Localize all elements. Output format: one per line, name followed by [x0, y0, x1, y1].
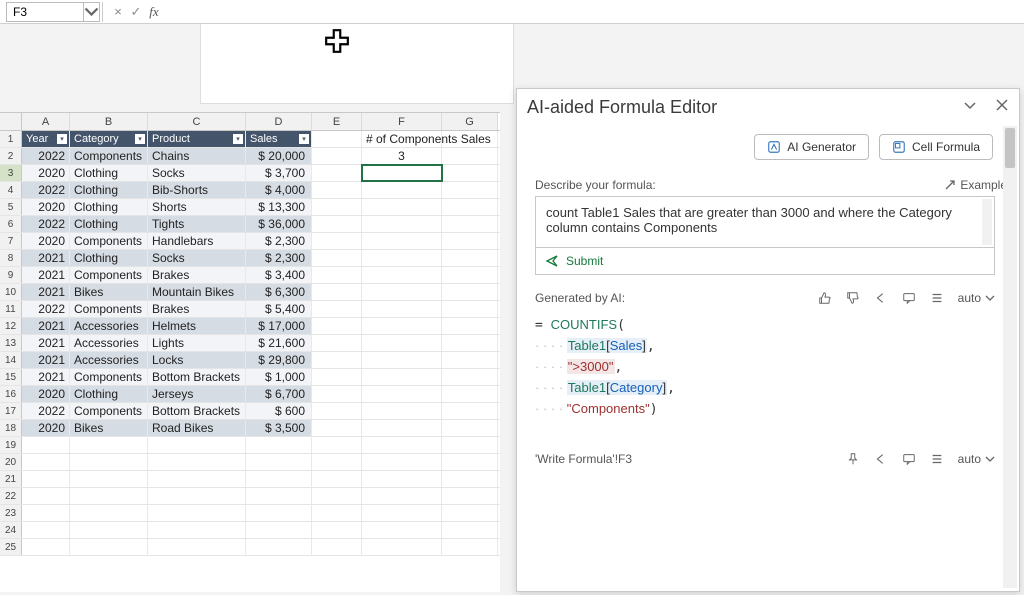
confirm-formula-button[interactable]: ✓: [127, 2, 145, 22]
table-row[interactable]: 6 2022 Clothing Tights $ 36,000: [0, 216, 500, 233]
describe-formula-input[interactable]: count Table1 Sales that are greater than…: [535, 196, 995, 248]
table-row[interactable]: 7 2020 Components Handlebars $ 2,300: [0, 233, 500, 250]
panel-scrollbar[interactable]: [1003, 126, 1017, 588]
thumbs-up-icon[interactable]: [818, 291, 832, 305]
table-row[interactable]: 24: [0, 522, 500, 539]
table-row[interactable]: 19: [0, 437, 500, 454]
table-row[interactable]: 15 2021 Components Bottom Brackets $ 1,0…: [0, 369, 500, 386]
formula-input[interactable]: [163, 0, 1024, 23]
insert-function-button[interactable]: fx: [145, 2, 163, 22]
table-row[interactable]: 9 2021 Components Brakes $ 3,400: [0, 267, 500, 284]
formula-bar: × ✓ fx: [0, 0, 1024, 24]
table-row[interactable]: 12 2021 Accessories Helmets $ 17,000: [0, 318, 500, 335]
expanded-formula-area: [200, 24, 514, 104]
table-row[interactable]: 14 2021 Accessories Locks $ 29,800: [0, 352, 500, 369]
list-icon[interactable]: [930, 291, 944, 305]
table-row[interactable]: 22: [0, 488, 500, 505]
ai-generator-button[interactable]: AI Generator: [754, 134, 869, 160]
thumbs-down-icon[interactable]: [846, 291, 860, 305]
comment-icon[interactable]: [902, 291, 916, 305]
table-row[interactable]: 13 2021 Accessories Lights $ 21,600: [0, 335, 500, 352]
cell-reference-label: 'Write Formula'!F3: [535, 452, 632, 466]
spreadsheet-grid[interactable]: A B C D E F G 1 Year▾ Category▾ Product▾…: [0, 112, 500, 592]
table-row[interactable]: 10 2021 Bikes Mountain Bikes $ 6,300: [0, 284, 500, 301]
table-row[interactable]: 21: [0, 471, 500, 488]
column-header[interactable]: F: [362, 113, 442, 130]
table-row[interactable]: 23: [0, 505, 500, 522]
close-panel-button[interactable]: [995, 98, 1009, 117]
table-row[interactable]: 25: [0, 539, 500, 556]
column-header[interactable]: D: [246, 113, 312, 130]
back-arrow-icon[interactable]: [874, 291, 888, 305]
name-box-input[interactable]: [6, 2, 84, 22]
cell-formula-button[interactable]: Cell Formula: [879, 134, 993, 160]
table-row[interactable]: 20: [0, 454, 500, 471]
back-arrow-icon[interactable]: [874, 452, 888, 466]
auto-dropdown[interactable]: auto: [958, 452, 995, 466]
table-row[interactable]: 16 2020 Clothing Jerseys $ 6,700: [0, 386, 500, 403]
table-row[interactable]: 11 2022 Components Brakes $ 5,400: [0, 301, 500, 318]
table-row[interactable]: 18 2020 Bikes Road Bikes $ 3,500: [0, 420, 500, 437]
describe-label: Describe your formula:: [535, 178, 1013, 192]
cell-cursor-icon: [324, 28, 350, 54]
column-header[interactable]: C: [148, 113, 246, 130]
table-row[interactable]: 5 2020 Clothing Shorts $ 13,300: [0, 199, 500, 216]
table-row[interactable]: 8 2021 Clothing Socks $ 2,300: [0, 250, 500, 267]
comment-icon[interactable]: [902, 452, 916, 466]
collapse-panel-button[interactable]: [963, 98, 977, 117]
ai-formula-editor-panel: AI-aided Formula Editor AI Generator Cel…: [516, 88, 1020, 592]
pin-icon[interactable]: [846, 452, 860, 466]
table-row[interactable]: 17 2022 Components Bottom Brackets $ 600: [0, 403, 500, 420]
auto-dropdown[interactable]: auto: [958, 291, 995, 305]
name-box-dropdown[interactable]: [84, 2, 100, 22]
generated-label: Generated by AI:: [535, 291, 625, 305]
list-icon[interactable]: [930, 452, 944, 466]
column-header[interactable]: E: [312, 113, 362, 130]
table-row[interactable]: 3 2020 Clothing Socks $ 3,700: [0, 165, 500, 182]
generated-formula-code[interactable]: = COUNTIFS( · · · · Table1[Sales], · · ·…: [535, 311, 995, 428]
column-header[interactable]: B: [70, 113, 148, 130]
cancel-formula-button[interactable]: ×: [109, 2, 127, 22]
submit-button[interactable]: Submit: [535, 248, 995, 275]
panel-title: AI-aided Formula Editor: [527, 97, 717, 118]
column-header[interactable]: G: [442, 113, 498, 130]
table-row[interactable]: 4 2022 Clothing Bib-Shorts $ 4,000: [0, 182, 500, 199]
column-header[interactable]: A: [22, 113, 70, 130]
table-row[interactable]: 2 2022 Components Chains $ 20,000 3: [0, 148, 500, 165]
select-all-corner[interactable]: [0, 113, 22, 130]
